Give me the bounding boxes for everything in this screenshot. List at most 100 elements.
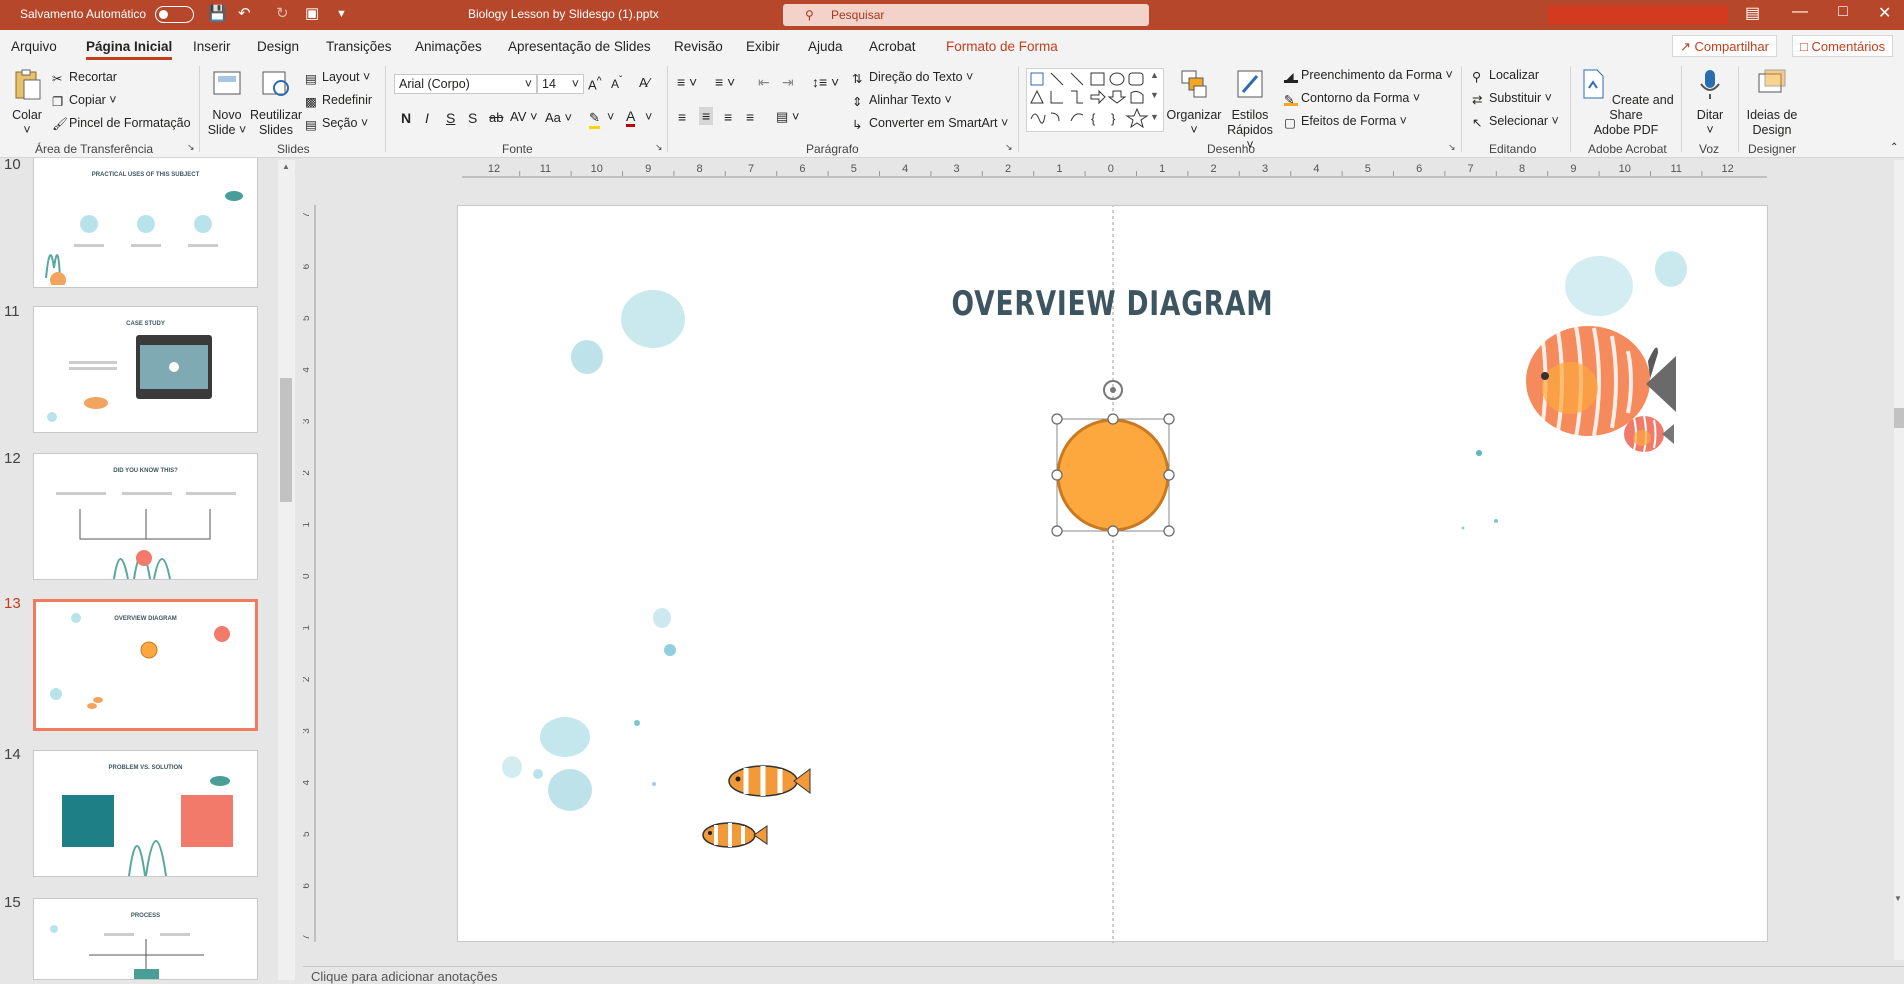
shape-outline-button[interactable]: ✎ Contorno da Forma ˅ <box>1284 91 1420 107</box>
clipboard-launcher-icon[interactable]: ↘ <box>187 142 195 153</box>
paragraph-launcher-icon[interactable]: ↘ <box>1005 142 1013 153</box>
save-icon[interactable]: 💾 <box>208 5 227 23</box>
change-case-button[interactable]: Aa ˅ <box>545 110 572 125</box>
tab-pagina-inicial[interactable]: Página Inicial <box>86 39 173 60</box>
rotate-handle-icon[interactable] <box>1103 380 1123 400</box>
design-ideas-button[interactable]: Ideias de Design <box>1744 68 1800 138</box>
close-icon[interactable]: ✕ <box>1878 3 1891 23</box>
document-title[interactable]: Biology Lesson by Slidesgo (1).pptx <box>468 7 659 21</box>
align-right-button[interactable]: ≡ <box>724 109 732 125</box>
drawing-launcher-icon[interactable]: ↘ <box>1448 142 1456 153</box>
shadow-button[interactable]: S <box>468 110 477 126</box>
tab-formato-de-forma[interactable]: Formato de Forma <box>946 39 1058 54</box>
slide-thumbnail-15[interactable]: PROCESS <box>33 898 258 980</box>
slide-thumbnail-14[interactable]: PROBLEM VS. SOLUTION <box>33 750 258 877</box>
minimize-icon[interactable]: — <box>1792 3 1808 21</box>
cut-button[interactable]: ✂ Recortar <box>52 70 117 86</box>
numbering-button[interactable]: ≡ ˅ <box>715 74 735 90</box>
justify-button[interactable]: ≡ <box>746 109 754 125</box>
tab-design[interactable]: Design <box>257 39 299 54</box>
columns-button[interactable]: ▤ ˅ <box>776 109 800 125</box>
copy-button[interactable]: ❐ Copiar ˅ <box>52 93 117 109</box>
scrollbar-thumb[interactable] <box>1894 408 1904 428</box>
circle-shape[interactable] <box>1056 418 1170 532</box>
scroll-down-icon[interactable]: ▼ <box>1894 894 1902 903</box>
select-button[interactable]: ↖ Selecionar ˅ <box>1472 114 1559 130</box>
tab-transicoes[interactable]: Transições <box>326 39 392 54</box>
line-spacing-button[interactable]: ↕≡ ˅ <box>812 74 839 90</box>
undo-icon[interactable]: ↶ <box>238 5 251 23</box>
bullets-button[interactable]: ≡ ˅ <box>677 74 697 90</box>
slide-canvas[interactable]: OVERVIEW DIAGRAM <box>457 205 1768 943</box>
slide-thumbnail-11[interactable]: CASE STUDY <box>33 306 258 433</box>
align-text-button[interactable]: ⇕ Alinhar Texto ˅ <box>852 93 952 109</box>
reuse-slides-button[interactable]: Reutilizar Slides <box>250 68 302 138</box>
account-name-redacted[interactable] <box>1548 6 1728 24</box>
autosave-toggle[interactable] <box>155 6 194 23</box>
shape-fill-button[interactable]: ◢ Preenchimento da Forma ˅ <box>1284 68 1453 84</box>
scrollbar-thumb[interactable] <box>280 378 292 502</box>
strikethrough-button[interactable]: ab <box>489 110 503 125</box>
highlight-button[interactable]: ✎ <box>589 110 600 129</box>
tab-apresentacao[interactable]: Apresentação de Slides <box>508 39 651 54</box>
editor-scrollbar[interactable]: ▼ <box>1894 160 1904 960</box>
maximize-icon[interactable]: □ <box>1838 3 1848 21</box>
tab-revisao[interactable]: Revisão <box>674 39 723 54</box>
arrange-button[interactable]: Organizar ˅ <box>1166 68 1222 138</box>
quick-styles-button[interactable]: Estilos Rápidos ˅ <box>1224 68 1276 153</box>
font-name-combo[interactable]: Arial (Corpo) ˅ <box>394 74 537 94</box>
chevron-down-icon[interactable]: ˅ <box>645 110 652 124</box>
chevron-down-icon[interactable]: ˅ <box>607 110 614 124</box>
align-left-button[interactable]: ≡ <box>678 109 686 125</box>
paste-button[interactable]: Colar ˅ <box>8 68 46 138</box>
tab-exibir[interactable]: Exibir <box>746 39 780 54</box>
shrink-font-button[interactable]: Aˇ <box>611 75 622 91</box>
font-size-combo[interactable]: 14 ˅ <box>537 74 584 94</box>
underline-button[interactable]: S <box>446 110 455 126</box>
char-spacing-button[interactable]: AV ˅ <box>510 109 538 124</box>
italic-button[interactable]: I <box>425 110 429 126</box>
share-button[interactable]: ↗ Compartilhar <box>1672 35 1777 57</box>
slide-title[interactable]: OVERVIEW DIAGRAM <box>602 284 1623 324</box>
scroll-up-icon[interactable]: ▲ <box>1150 70 1159 80</box>
present-icon[interactable]: ▣ <box>305 5 319 23</box>
collapse-ribbon-icon[interactable]: ⌃ <box>1890 142 1898 153</box>
clear-formatting-icon[interactable]: A∕ <box>639 75 650 90</box>
dictate-button[interactable]: Ditar ˅ <box>1690 68 1730 138</box>
thumbnail-scrollbar[interactable]: ▲ <box>278 160 295 980</box>
section-button[interactable]: ▤ Seção ˅ <box>305 116 368 132</box>
comments-button[interactable]: □ Comentários <box>1792 35 1894 57</box>
ribbon-display-icon[interactable]: ▤ <box>1745 3 1760 23</box>
tab-acrobat[interactable]: Acrobat <box>869 39 916 54</box>
reset-button[interactable]: ▩ Redefinir <box>305 93 372 109</box>
bold-button[interactable]: N <box>401 110 411 126</box>
tab-arquivo[interactable]: Arquivo <box>11 39 57 54</box>
tab-inserir[interactable]: Inserir <box>193 39 231 54</box>
replace-button[interactable]: ⇄ Substituir ˅ <box>1472 91 1552 107</box>
convert-smartart-button[interactable]: ↳ Converter em SmartArt ˅ <box>852 116 1008 132</box>
redo-icon[interactable]: ↻ <box>276 5 289 23</box>
font-color-button[interactable]: A <box>626 108 636 127</box>
more-shapes-icon[interactable]: ▼ <box>1150 112 1159 122</box>
notes-pane[interactable]: Clique para adicionar anotações <box>303 966 1904 984</box>
tab-animacoes[interactable]: Animações <box>415 39 482 54</box>
font-launcher-icon[interactable]: ↘ <box>655 142 663 153</box>
slide-thumbnail-12[interactable]: DID YOU KNOW THIS? <box>33 453 258 580</box>
new-slide-button[interactable]: Novo Slide ˅ <box>207 68 247 138</box>
customize-toolbar-icon[interactable]: ▼ <box>336 5 347 23</box>
decrease-indent-button[interactable]: ⇤ <box>758 74 770 91</box>
shapes-gallery[interactable]: { } <box>1026 68 1164 132</box>
slide-thumbnail-10[interactable]: PRACTICAL USES OF THIS SUBJECT <box>33 158 258 288</box>
format-painter-button[interactable]: 🖌Pincel de Formatação <box>52 116 191 131</box>
create-share-pdf-button[interactable]: Create and Share Adobe PDF <box>1576 68 1676 138</box>
search-box[interactable]: ⚲ Pesquisar <box>783 4 1149 26</box>
scroll-down-icon[interactable]: ▼ <box>1150 90 1159 100</box>
slide-thumbnail-13[interactable]: OVERVIEW DIAGRAM <box>33 599 258 731</box>
increase-indent-button[interactable]: ⇥ <box>782 74 794 91</box>
tab-ajuda[interactable]: Ajuda <box>808 39 843 54</box>
selected-circle-shape[interactable] <box>1051 372 1175 537</box>
layout-button[interactable]: ▤ Layout ˅ <box>305 70 370 86</box>
align-center-button[interactable]: ≡ <box>699 107 714 125</box>
find-button[interactable]: ⚲ Localizar <box>1472 68 1539 84</box>
text-direction-button[interactable]: ⇅ Direção do Texto ˅ <box>852 70 973 86</box>
